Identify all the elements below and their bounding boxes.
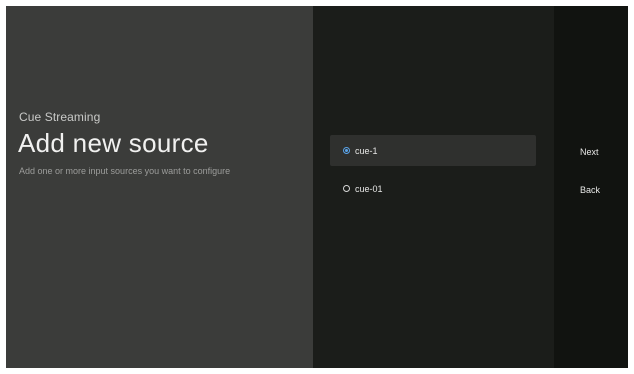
- tv-screen: Cue Streaming Add new source Add one or …: [6, 6, 628, 368]
- source-label: cue-01: [355, 183, 383, 194]
- actions-panel: Next Back: [554, 6, 628, 368]
- next-button[interactable]: Next: [580, 147, 599, 157]
- radio-checked-icon: [343, 147, 350, 154]
- source-label: cue-1: [355, 145, 378, 156]
- page-title: Add new source: [18, 128, 209, 158]
- source-item-cue-01[interactable]: cue-01: [330, 173, 536, 204]
- source-item-cue-1[interactable]: cue-1: [330, 135, 536, 166]
- radio-unchecked-icon: [343, 185, 350, 192]
- page-description: Add one or more input sources you want t…: [19, 166, 231, 176]
- back-button[interactable]: Back: [580, 185, 600, 195]
- source-list-panel: cue-1 cue-01: [313, 6, 554, 368]
- app-name: Cue Streaming: [19, 110, 101, 124]
- guidance-panel: Cue Streaming Add new source Add one or …: [6, 6, 313, 368]
